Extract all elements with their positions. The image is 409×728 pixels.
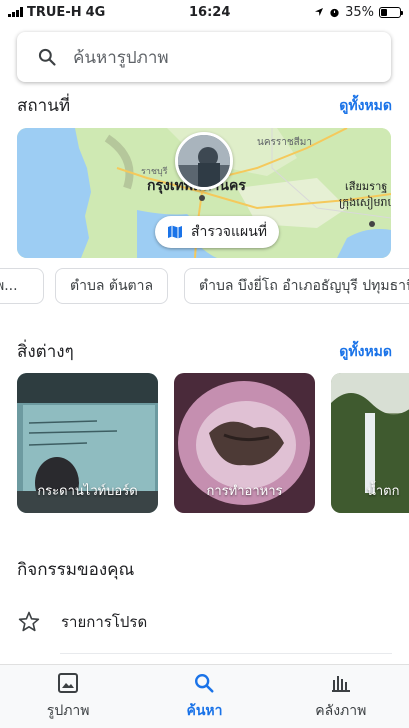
status-left: TRUE-H 4G xyxy=(8,5,105,20)
divider xyxy=(60,653,392,654)
places-map[interactable]: กรุงเทพมหานคร นครราชสีมา เสียมราฐ ក្រុងស… xyxy=(17,128,391,258)
place-chip-label: พ... xyxy=(0,278,18,294)
favorites-label: รายการโปรด xyxy=(61,613,148,631)
map-label-siem-reap: เสียมราฐ xyxy=(345,180,387,193)
map-label-ratchaburi: ราชบุรี xyxy=(141,166,168,177)
places-header: สถานที่ ดูทั้งหมด xyxy=(17,92,392,119)
carrier-name: TRUE-H xyxy=(27,4,82,20)
places-see-all-link[interactable]: ดูทั้งหมด xyxy=(339,95,392,117)
nav-photos[interactable]: รูปภาพ xyxy=(0,665,136,728)
thing-tile-label: น้ำตก xyxy=(367,484,400,499)
search-icon xyxy=(38,48,56,66)
map-photo-marker[interactable] xyxy=(175,132,233,190)
nav-photos-label: รูปภาพ xyxy=(46,702,90,719)
bottom-navigation: รูปภาพ ค้นหา คลังภาพ xyxy=(0,664,409,728)
nav-search[interactable]: ค้นหา xyxy=(136,665,272,728)
star-icon xyxy=(18,611,40,632)
search-input[interactable]: ค้นหารูปภาพ xyxy=(17,32,391,82)
status-bar: TRUE-H 4G 16:24 35% xyxy=(0,0,409,24)
battery-icon xyxy=(378,6,403,18)
activity-title: กิจกรรมของคุณ xyxy=(17,560,135,580)
search-placeholder: ค้นหารูปภาพ xyxy=(73,47,169,68)
place-chip[interactable]: ตำบล ต้นตาล xyxy=(55,268,169,304)
battery-percent: 35% xyxy=(345,4,374,20)
things-carousel: กระดานไวท์บอร์ด การทำอาหาร น้ำตก xyxy=(0,373,409,513)
map-label-nakhon-ratchasima: นครราชสีมา xyxy=(257,136,312,148)
thing-tile-cooking[interactable]: การทำอาหาร xyxy=(174,373,315,513)
thing-tile-label: กระดานไวท์บอร์ด xyxy=(37,484,138,499)
photo-icon xyxy=(58,672,79,693)
things-title: สิ่งต่างๆ xyxy=(17,342,74,362)
library-icon xyxy=(331,675,350,692)
things-see-all-link[interactable]: ดูทั้งหมด xyxy=(339,341,392,363)
things-header: สิ่งต่างๆ ดูทั้งหมด xyxy=(17,338,392,365)
thing-tile-whiteboard[interactable]: กระดานไวท์บอร์ด xyxy=(17,373,158,513)
nav-library[interactable]: คลังภาพ xyxy=(273,665,409,728)
thing-tile-label: การทำอาหาร xyxy=(206,484,283,499)
nav-search-label: ค้นหา xyxy=(186,702,223,719)
favorites-row[interactable]: รายการโปรด xyxy=(17,606,392,638)
place-chip[interactable]: พ... xyxy=(0,268,44,304)
status-time: 16:24 xyxy=(189,4,231,20)
place-chip-label: ตำบล บึงยี่โถ อำเภอธัญบุรี ปทุมธานี xyxy=(199,278,409,294)
signal-icon xyxy=(8,7,23,17)
place-chips: พ... ตำบล ต้นตาล ตำบล บึงยี่โถ อำเภอธัญบ… xyxy=(0,268,409,304)
status-right: 35% xyxy=(314,4,403,20)
network-type: 4G xyxy=(85,4,106,20)
location-arrow-icon xyxy=(315,8,324,16)
places-title: สถานที่ xyxy=(17,96,71,116)
map-label-siem-reap-khmer: ក្រុងសៀមរាប xyxy=(339,195,391,210)
explore-map-label: สำรวจแผนที่ xyxy=(191,224,268,240)
thing-tile-waterfall[interactable]: น้ำตก xyxy=(331,373,409,513)
search-icon xyxy=(195,673,215,693)
explore-map-button[interactable]: สำรวจแผนที่ xyxy=(155,216,280,248)
alarm-icon xyxy=(330,8,339,17)
nav-library-label: คลังภาพ xyxy=(315,702,367,719)
place-chip-label: ตำบล ต้นตาล xyxy=(70,278,154,294)
map-icon xyxy=(168,225,182,239)
place-chip[interactable]: ตำบล บึงยี่โถ อำเภอธัญบุรี ปทุมธานี xyxy=(184,268,409,304)
